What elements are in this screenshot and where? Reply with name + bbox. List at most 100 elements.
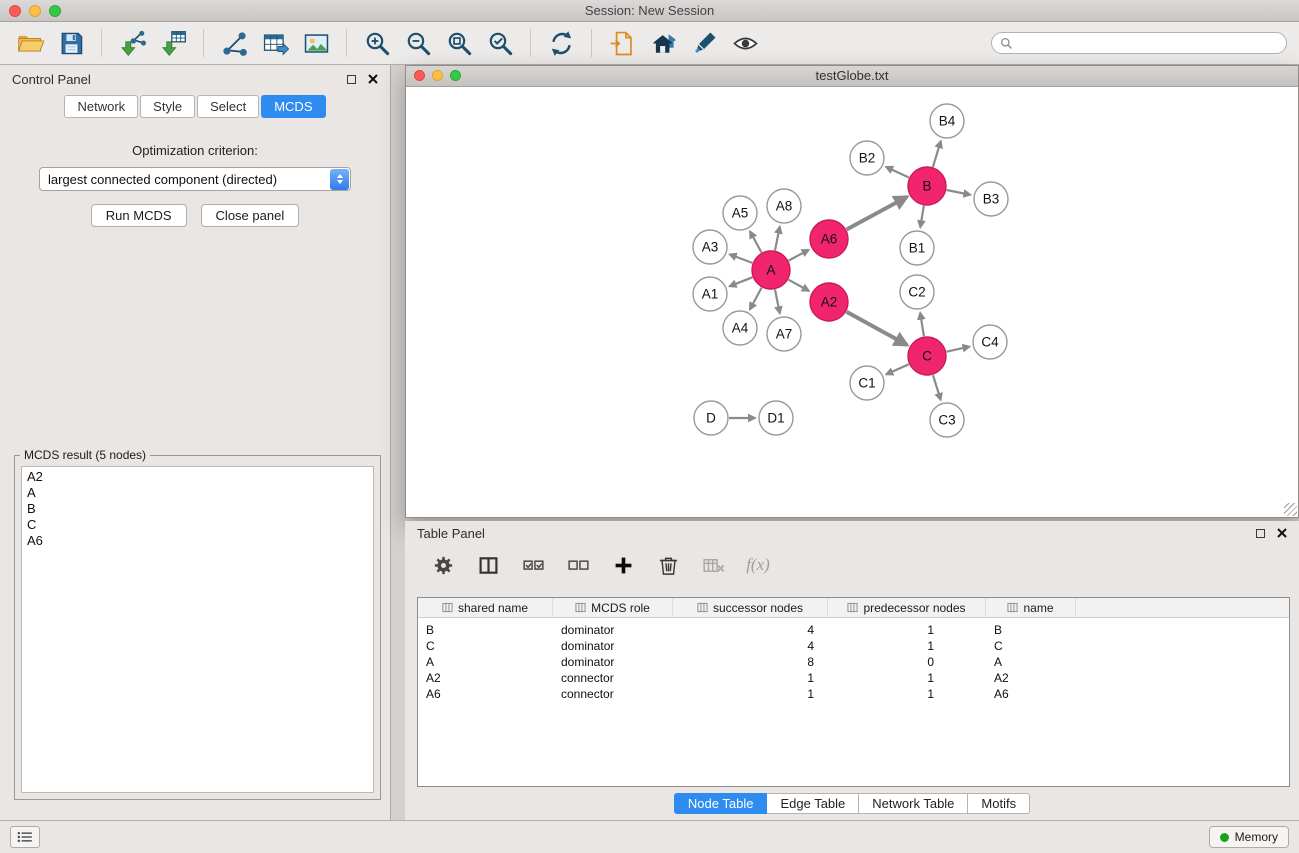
cell-predecessor-nodes[interactable]: 1 (828, 671, 986, 685)
cell-shared-name[interactable]: A (418, 655, 553, 669)
function-builder-button[interactable]: f(x) (742, 549, 774, 581)
select-all-button[interactable] (517, 549, 549, 581)
float-table-panel-icon[interactable] (1256, 529, 1265, 538)
node-A8[interactable]: A8 (767, 189, 801, 223)
new-network-button[interactable] (216, 25, 252, 61)
tab-node-table[interactable]: Node Table (674, 793, 768, 814)
cell-shared-name[interactable]: A2 (418, 671, 553, 685)
search-box[interactable] (991, 32, 1287, 54)
node-B4[interactable]: B4 (930, 104, 964, 138)
cell-shared-name[interactable]: C (418, 639, 553, 653)
edge-A-A3[interactable] (730, 254, 753, 263)
close-window-button[interactable] (9, 5, 21, 17)
close-panel-button[interactable]: Close panel (201, 204, 300, 227)
node-C2[interactable]: C2 (900, 275, 934, 309)
node-A5[interactable]: A5 (723, 196, 757, 230)
zoom-selected-button[interactable] (482, 25, 518, 61)
edge-B-B4[interactable] (933, 141, 941, 167)
result-item[interactable]: A2 (27, 469, 368, 485)
edge-A-A6[interactable] (789, 250, 809, 261)
memory-button[interactable]: Memory (1209, 826, 1289, 848)
node-C[interactable]: C (908, 337, 946, 375)
table-row[interactable]: Adominator80A (418, 654, 1289, 670)
table-row[interactable]: A6connector11A6 (418, 686, 1289, 702)
node-A1[interactable]: A1 (693, 277, 727, 311)
node-A6[interactable]: A6 (810, 220, 848, 258)
edge-C-C3[interactable] (933, 375, 941, 400)
node-A[interactable]: A (752, 251, 790, 289)
close-table-panel-icon[interactable] (1277, 528, 1287, 538)
cell-mcds-role[interactable]: connector (553, 671, 673, 685)
float-panel-icon[interactable] (347, 75, 356, 84)
cell-predecessor-nodes[interactable]: 1 (828, 623, 986, 637)
result-item[interactable]: A6 (27, 533, 368, 549)
cell-name[interactable]: A6 (986, 687, 1076, 701)
edge-A-A8[interactable] (775, 227, 780, 251)
result-item[interactable]: B (27, 501, 368, 517)
close-network-window-button[interactable] (414, 70, 425, 81)
edge-A-A5[interactable] (750, 231, 761, 252)
cell-predecessor-nodes[interactable]: 0 (828, 655, 986, 669)
edge-A2-C[interactable] (847, 312, 907, 345)
column-header-shared-name[interactable]: shared name (418, 598, 553, 617)
import-network-file-button[interactable] (114, 25, 150, 61)
close-panel-icon[interactable] (368, 74, 378, 84)
node-D1[interactable]: D1 (759, 401, 793, 435)
search-input[interactable] (1018, 36, 1278, 50)
table-row[interactable]: Cdominator41C (418, 638, 1289, 654)
cell-successor-nodes[interactable]: 4 (673, 623, 828, 637)
paste-document-button[interactable] (604, 25, 640, 61)
home-button[interactable] (645, 25, 681, 61)
tab-motifs[interactable]: Motifs (967, 793, 1030, 814)
edge-B-B3[interactable] (947, 190, 971, 195)
edge-B-B2[interactable] (886, 167, 909, 178)
criterion-dropdown[interactable]: largest connected component (directed) (39, 167, 351, 191)
node-A4[interactable]: A4 (723, 311, 757, 345)
cell-successor-nodes[interactable]: 1 (673, 687, 828, 701)
column-settings-button[interactable] (427, 549, 459, 581)
node-B3[interactable]: B3 (974, 182, 1008, 216)
node-A2[interactable]: A2 (810, 283, 848, 321)
column-header-predecessor-nodes[interactable]: predecessor nodes (828, 598, 986, 617)
edge-A6-B[interactable] (847, 197, 907, 230)
cell-successor-nodes[interactable]: 1 (673, 671, 828, 685)
edge-A-A4[interactable] (750, 288, 762, 310)
result-item[interactable]: C (27, 517, 368, 533)
edge-A-A2[interactable] (789, 280, 809, 291)
cell-shared-name[interactable]: B (418, 623, 553, 637)
cell-mcds-role[interactable]: dominator (553, 623, 673, 637)
refresh-view-button[interactable] (543, 25, 579, 61)
node-A7[interactable]: A7 (767, 317, 801, 351)
node-B[interactable]: B (908, 167, 946, 205)
zoom-fit-button[interactable] (441, 25, 477, 61)
cell-shared-name[interactable]: A6 (418, 687, 553, 701)
deselect-all-button[interactable] (562, 549, 594, 581)
column-header-successor-nodes[interactable]: successor nodes (673, 598, 828, 617)
tab-mcds[interactable]: MCDS (261, 95, 325, 118)
node-B1[interactable]: B1 (900, 231, 934, 265)
cell-successor-nodes[interactable]: 4 (673, 639, 828, 653)
minimize-network-window-button[interactable] (432, 70, 443, 81)
create-column-button[interactable] (607, 549, 639, 581)
network-canvas[interactable]: B4B2BB3A8A5A6A3B1AC2A1A2A4A7C4CC1C3DD1 (406, 87, 1298, 517)
table-row[interactable]: Bdominator41B (418, 622, 1289, 638)
cell-predecessor-nodes[interactable]: 1 (828, 687, 986, 701)
tab-style[interactable]: Style (140, 95, 195, 118)
window-resize-grip[interactable] (1284, 503, 1297, 516)
cell-name[interactable]: A (986, 655, 1076, 669)
export-image-button[interactable] (298, 25, 334, 61)
edge-A-A1[interactable] (730, 277, 753, 286)
zoom-out-button[interactable] (400, 25, 436, 61)
cell-name[interactable]: C (986, 639, 1076, 653)
tab-edge-table[interactable]: Edge Table (766, 793, 859, 814)
open-session-button[interactable] (12, 25, 48, 61)
minimize-window-button[interactable] (29, 5, 41, 17)
cell-mcds-role[interactable]: dominator (553, 655, 673, 669)
apply-style-button[interactable] (686, 25, 722, 61)
cell-mcds-role[interactable]: dominator (553, 639, 673, 653)
cell-name[interactable]: A2 (986, 671, 1076, 685)
cell-predecessor-nodes[interactable]: 1 (828, 639, 986, 653)
export-table-button[interactable] (257, 25, 293, 61)
node-C3[interactable]: C3 (930, 403, 964, 437)
delete-column-button[interactable] (652, 549, 684, 581)
